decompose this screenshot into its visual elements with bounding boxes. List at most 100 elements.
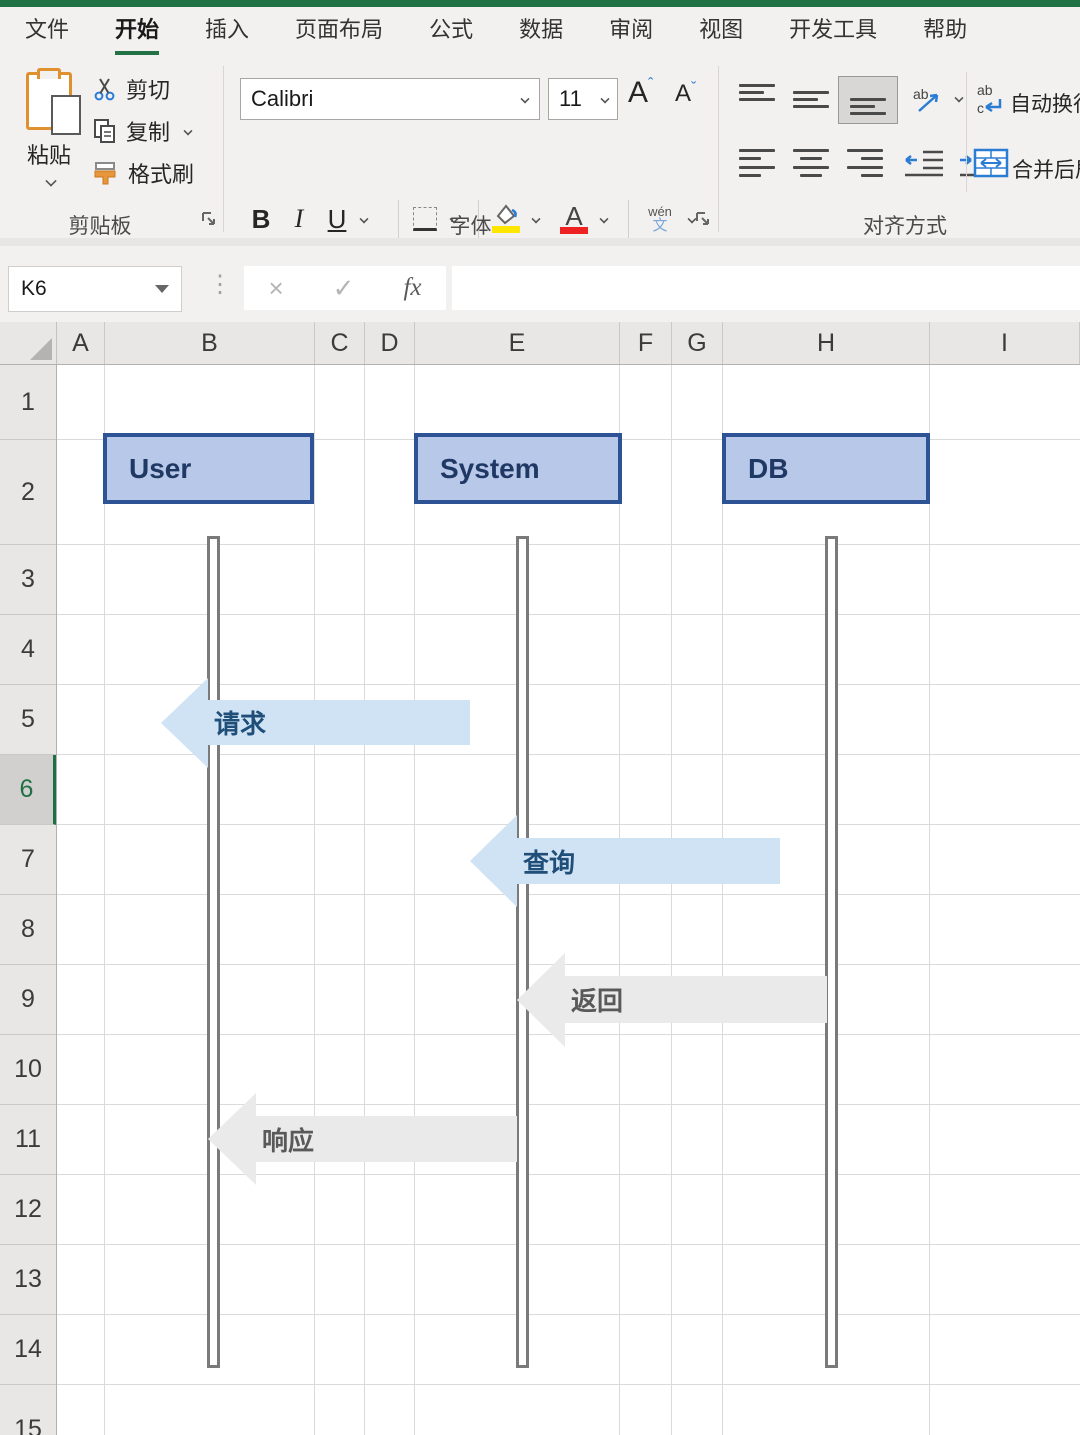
decrease-font-button[interactable]: Aˇ [675, 80, 696, 108]
font-size-dropdown-icon[interactable] [600, 94, 610, 104]
row-header-4[interactable]: 4 [0, 615, 56, 685]
merge-center-button[interactable] [972, 146, 1010, 180]
wrap-text-label[interactable]: 自动换行 [1010, 88, 1080, 118]
row-header-11[interactable]: 11 [0, 1105, 56, 1175]
bottom-align-button[interactable] [838, 76, 898, 124]
bottom-align-icon [850, 85, 886, 115]
select-all-button[interactable] [0, 322, 57, 364]
tab-label: 开始 [115, 17, 160, 55]
copy-button[interactable]: 复制 [92, 112, 193, 150]
enter-icon[interactable]: ✓ [333, 273, 355, 304]
tab-3[interactable]: 插入 [182, 12, 272, 58]
tab-6[interactable]: 数据 [496, 12, 586, 58]
row-header-10[interactable]: 10 [0, 1035, 56, 1105]
formula-input[interactable] [452, 266, 1080, 310]
orientation-icon: ab [913, 86, 939, 112]
tab-2[interactable]: 开始 [92, 12, 182, 58]
align-center-button[interactable] [789, 146, 833, 180]
decrease-indent-button[interactable] [900, 146, 948, 180]
message-label: 查询 [523, 847, 576, 878]
middle-align-icon [793, 84, 829, 114]
font-size-value: 11 [559, 86, 582, 111]
paste-button[interactable]: 粘贴 [10, 68, 88, 200]
message-label: 响应 [262, 1125, 315, 1156]
row-header-3[interactable]: 3 [0, 545, 56, 615]
tab-10[interactable]: 帮助 [900, 12, 990, 58]
paste-dropdown-icon[interactable] [45, 175, 57, 187]
cancel-icon[interactable]: × [268, 273, 283, 304]
row-header-14[interactable]: 14 [0, 1315, 56, 1385]
gridline-vertical [619, 365, 620, 1435]
column-header-D[interactable]: D [365, 322, 415, 364]
font-dialog-launcher-icon[interactable] [694, 210, 712, 228]
row-header-6[interactable]: 6 [0, 755, 56, 825]
column-headers: ABCDEFGHI [0, 322, 1080, 365]
row-header-15[interactable]: 15 [0, 1385, 56, 1435]
tab-5[interactable]: 公式 [406, 12, 496, 58]
row-header-2[interactable]: 2 [0, 440, 56, 545]
column-header-B[interactable]: B [105, 322, 315, 364]
actor-box-system[interactable]: System [414, 433, 622, 504]
row-header-13[interactable]: 13 [0, 1245, 56, 1315]
insert-function-icon[interactable]: fx [403, 274, 421, 302]
column-header-C[interactable]: C [315, 322, 365, 364]
ribbon: 粘贴 剪切 复制 格式刷 剪贴板 Calibri 11 Aˆ Aˇ B I U … [0, 58, 1080, 238]
tab-7[interactable]: 审阅 [586, 12, 676, 58]
align-right-button[interactable] [843, 146, 887, 180]
increase-font-button[interactable]: Aˆ [628, 76, 653, 110]
format-painter-button[interactable]: 格式刷 [92, 154, 194, 192]
column-header-I[interactable]: I [930, 322, 1080, 364]
alignment-group-label: 对齐方式 [863, 215, 947, 238]
format-painter-icon [94, 162, 116, 185]
clipboard-group-label: 剪贴板 [68, 215, 132, 238]
name-box[interactable]: K6 [8, 266, 182, 312]
formula-bar-row: K6 ⋮ × ✓ fx [0, 238, 1080, 322]
lifeline-db[interactable] [825, 536, 838, 1368]
row-header-5[interactable]: 5 [0, 685, 56, 755]
tab-4[interactable]: 页面布局 [272, 12, 406, 58]
tab-9[interactable]: 开发工具 [766, 12, 900, 58]
tab-label: 帮助 [923, 17, 968, 42]
tab-label: 公式 [429, 17, 474, 42]
font-name-combobox[interactable]: Calibri [240, 78, 540, 120]
wrap-text-icon: ab c [977, 82, 1002, 116]
column-header-E[interactable]: E [415, 322, 620, 364]
column-header-F[interactable]: F [620, 322, 672, 364]
wrap-text-button[interactable]: ab c [975, 80, 1009, 118]
more-dots-icon[interactable]: ⋮ [208, 270, 232, 299]
message-arrow-head[interactable] [161, 677, 208, 768]
orientation-dropdown-icon[interactable] [948, 86, 966, 110]
middle-align-button[interactable] [789, 82, 833, 116]
copy-label: 复制 [126, 120, 171, 145]
copy-dropdown-icon[interactable] [183, 126, 193, 136]
lifeline-user[interactable] [207, 536, 220, 1368]
actor-box-user[interactable]: User [103, 433, 314, 504]
column-header-H[interactable]: H [723, 322, 930, 364]
message-arrow-head[interactable] [470, 815, 517, 907]
font-group-label: 字体 [449, 215, 492, 238]
top-align-button[interactable] [735, 82, 779, 116]
row-header-8[interactable]: 8 [0, 895, 56, 965]
clipboard-dialog-launcher-icon[interactable] [200, 210, 218, 228]
tab-label: 数据 [519, 17, 564, 42]
font-size-combobox[interactable]: 11 [548, 78, 618, 120]
message-arrow-head[interactable] [517, 952, 565, 1047]
tab-1[interactable]: 文件 [2, 12, 92, 58]
tab-label: 开发工具 [789, 17, 878, 42]
actor-box-db[interactable]: DB [722, 433, 930, 504]
top-align-icon [739, 84, 775, 114]
row-header-12[interactable]: 12 [0, 1175, 56, 1245]
column-header-G[interactable]: G [672, 322, 723, 364]
row-header-9[interactable]: 9 [0, 965, 56, 1035]
font-name-dropdown-icon[interactable] [520, 94, 530, 104]
orientation-button[interactable]: ab [908, 80, 948, 118]
merge-center-label[interactable]: 合并后居中 [1012, 154, 1080, 184]
column-header-A[interactable]: A [57, 322, 105, 364]
align-left-button[interactable] [735, 146, 779, 180]
name-box-dropdown-icon[interactable] [155, 285, 169, 293]
row-header-7[interactable]: 7 [0, 825, 56, 895]
tab-8[interactable]: 视图 [676, 12, 766, 58]
cut-button[interactable]: 剪切 [92, 70, 170, 108]
message-arrow-head[interactable] [208, 1093, 256, 1185]
row-header-1[interactable]: 1 [0, 365, 56, 440]
